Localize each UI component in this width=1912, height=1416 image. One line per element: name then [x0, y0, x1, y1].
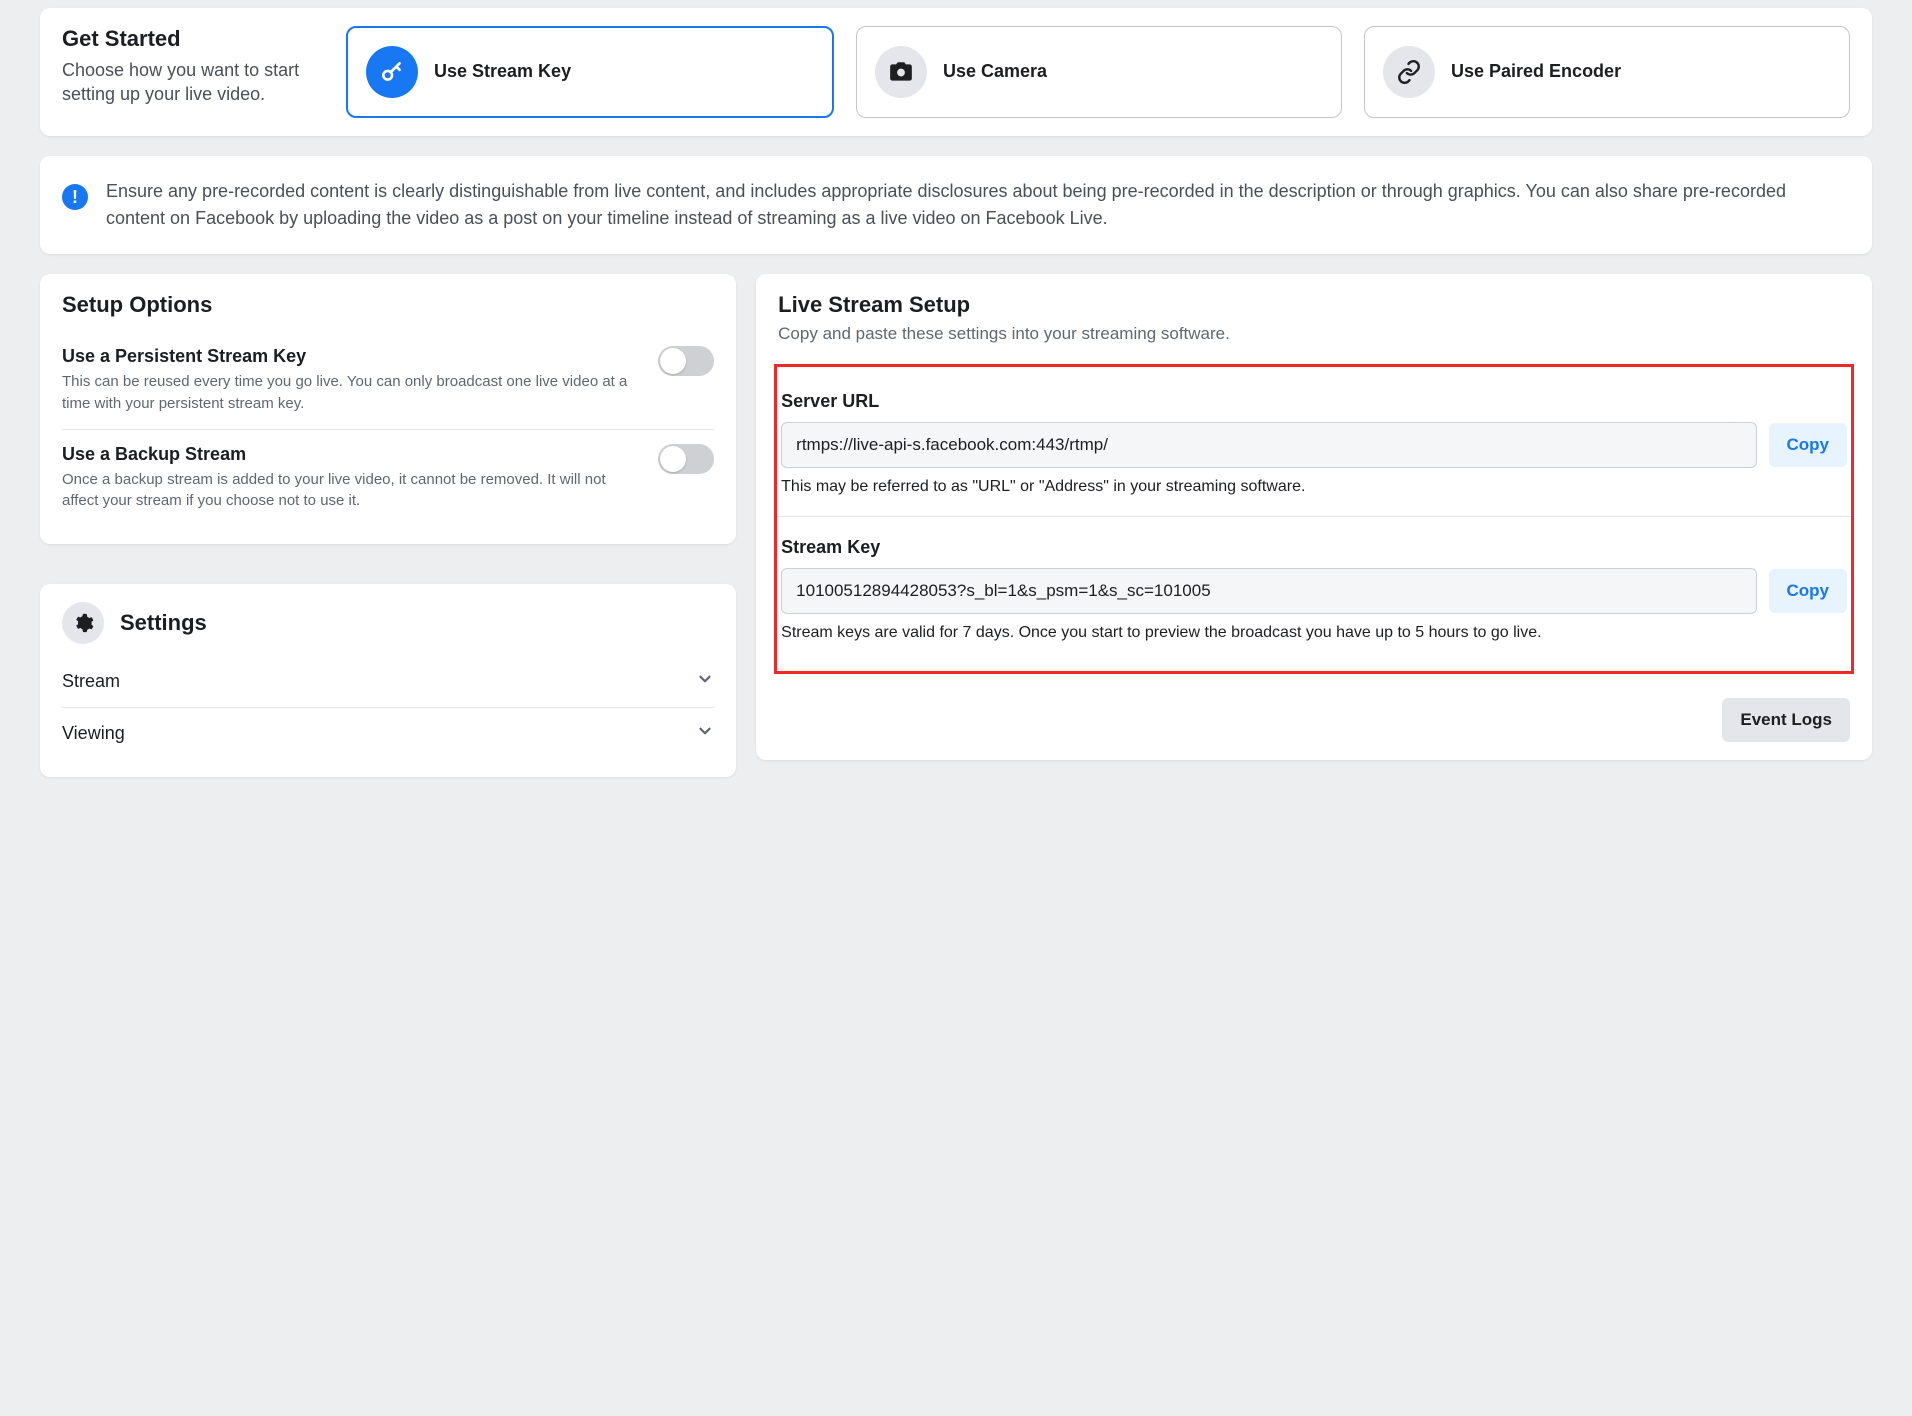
camera-icon — [875, 46, 927, 98]
main-columns: Setup Options Use a Persistent Stream Ke… — [40, 274, 1872, 797]
get-started-text: Get Started Choose how you want to start… — [62, 26, 322, 107]
persistent-key-toggle[interactable] — [658, 346, 714, 376]
backup-stream-desc: Once a backup stream is added to your li… — [62, 469, 644, 513]
backup-stream-toggle[interactable] — [658, 444, 714, 474]
left-column: Setup Options Use a Persistent Stream Ke… — [40, 274, 736, 797]
setup-persistent-key-row: Use a Persistent Stream Key This can be … — [62, 332, 714, 430]
get-started-options: Use Stream Key Use Camera Use Paired Enc… — [346, 26, 1850, 118]
backup-stream-title: Use a Backup Stream — [62, 444, 644, 465]
settings-item-stream[interactable]: Stream — [62, 656, 714, 708]
option-stream-key[interactable]: Use Stream Key — [346, 26, 834, 118]
stream-key-block: Stream Key Copy Stream keys are valid fo… — [777, 529, 1851, 662]
link-icon — [1383, 46, 1435, 98]
option-label: Use Paired Encoder — [1451, 60, 1621, 83]
option-label: Use Stream Key — [434, 60, 571, 83]
setup-options-title: Setup Options — [62, 292, 714, 318]
stream-key-input[interactable] — [781, 568, 1756, 614]
get-started-title: Get Started — [62, 26, 322, 52]
stream-key-label: Stream Key — [781, 537, 1847, 558]
settings-header: Settings — [62, 602, 714, 644]
event-logs-row: Event Logs — [778, 698, 1850, 742]
event-logs-button[interactable]: Event Logs — [1722, 698, 1850, 742]
option-paired-encoder[interactable]: Use Paired Encoder — [1364, 26, 1850, 118]
option-label: Use Camera — [943, 60, 1047, 83]
copy-stream-key-button[interactable]: Copy — [1769, 569, 1848, 613]
server-url-label: Server URL — [781, 391, 1847, 412]
server-url-block: Server URL Copy This may be referred to … — [777, 383, 1851, 517]
settings-item-viewing[interactable]: Viewing — [62, 708, 714, 759]
copy-server-url-button[interactable]: Copy — [1769, 423, 1848, 467]
setup-text: Use a Backup Stream Once a backup stream… — [62, 444, 644, 513]
stream-key-help: Stream keys are valid for 7 days. Once y… — [781, 622, 1847, 644]
setup-text: Use a Persistent Stream Key This can be … — [62, 346, 644, 415]
right-column: Live Stream Setup Copy and paste these s… — [756, 274, 1872, 780]
get-started-card: Get Started Choose how you want to start… — [40, 8, 1872, 136]
setup-options-card: Setup Options Use a Persistent Stream Ke… — [40, 274, 736, 544]
persistent-key-desc: This can be reused every time you go liv… — [62, 371, 644, 415]
server-url-input[interactable] — [781, 422, 1756, 468]
live-stream-subtitle: Copy and paste these settings into your … — [778, 324, 1850, 344]
settings-title: Settings — [120, 610, 207, 636]
chevron-down-icon — [696, 670, 714, 693]
option-camera[interactable]: Use Camera — [856, 26, 1342, 118]
notice-text: Ensure any pre-recorded content is clear… — [106, 178, 1850, 232]
settings-item-label: Viewing — [62, 723, 125, 744]
gear-icon — [62, 602, 104, 644]
setup-backup-stream-row: Use a Backup Stream Once a backup stream… — [62, 430, 714, 527]
persistent-key-title: Use a Persistent Stream Key — [62, 346, 644, 367]
highlight-box: Server URL Copy This may be referred to … — [774, 364, 1854, 674]
info-icon: ! — [62, 184, 88, 210]
settings-item-label: Stream — [62, 671, 120, 692]
chevron-down-icon — [696, 722, 714, 745]
live-stream-title: Live Stream Setup — [778, 292, 1850, 318]
server-url-help: This may be referred to as "URL" or "Add… — [781, 476, 1847, 498]
key-icon — [366, 46, 418, 98]
live-stream-card: Live Stream Setup Copy and paste these s… — [756, 274, 1872, 760]
get-started-subtitle: Choose how you want to start setting up … — [62, 58, 322, 107]
settings-card: Settings Stream Viewing — [40, 584, 736, 777]
notice-card: ! Ensure any pre-recorded content is cle… — [40, 156, 1872, 254]
